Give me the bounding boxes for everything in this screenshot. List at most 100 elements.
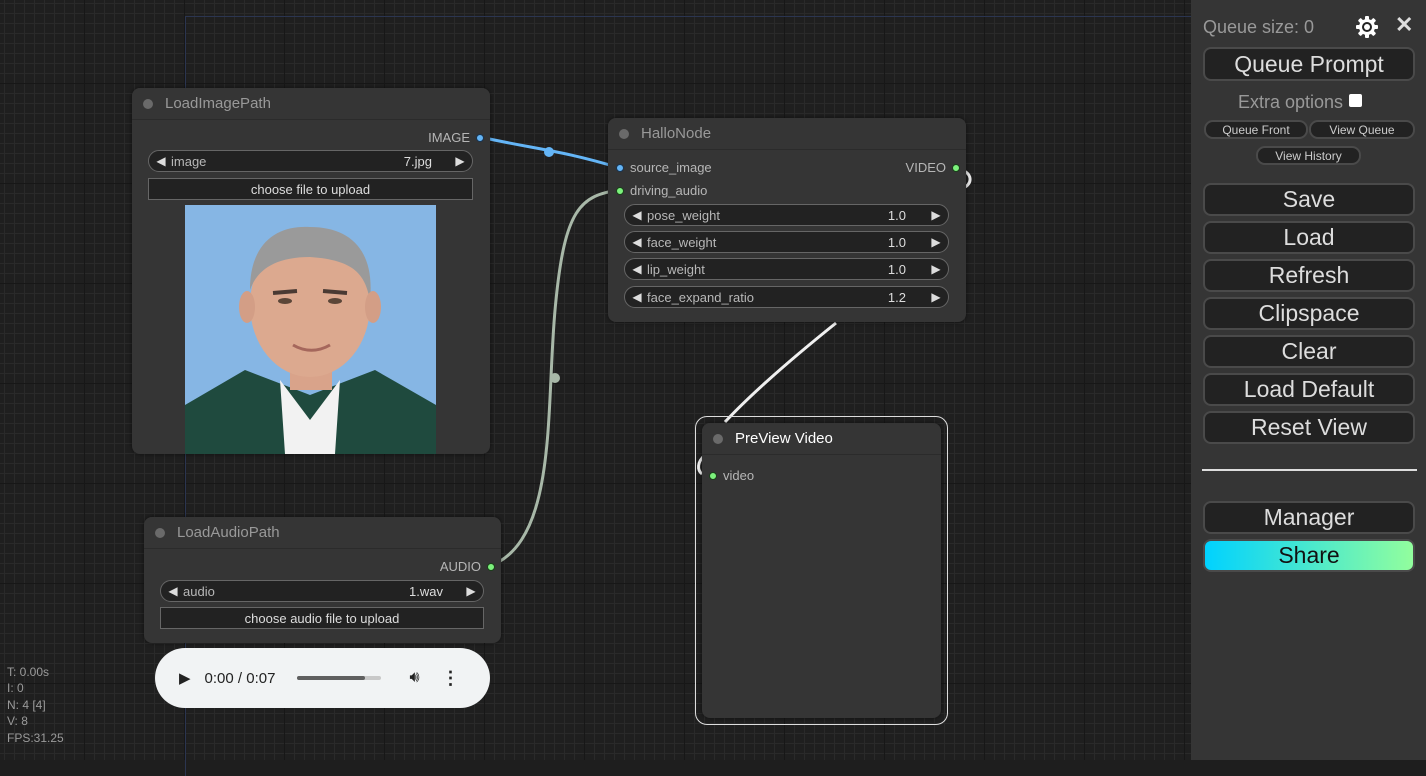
clipspace-button[interactable]: Clipspace	[1203, 297, 1415, 330]
widget-label: lip_weight	[647, 261, 705, 277]
upload-audio-button[interactable]: choose audio file to upload	[160, 607, 484, 629]
widget-label: image	[171, 153, 207, 169]
input-pin-icon[interactable]	[616, 186, 624, 195]
collapse-dot-icon[interactable]	[155, 527, 165, 538]
output-pin-icon[interactable]	[487, 562, 495, 571]
node-title: HalloNode	[641, 125, 712, 142]
stat-fps: FPS:31.25	[7, 730, 64, 745]
load-button[interactable]: Load	[1203, 221, 1415, 254]
input-label: driving_audio	[630, 183, 708, 198]
widget-value: 1.wav	[409, 583, 443, 599]
node-title-bar[interactable]: LoadAudioPath	[144, 517, 501, 549]
queue-size: Queue size: 0	[1203, 17, 1315, 37]
image-combo-widget[interactable]: ◀ image 7.jpg ▶	[148, 150, 473, 172]
audio-time: 0:00 / 0:07	[204, 669, 276, 687]
audio-combo-widget[interactable]: ◀ audio 1.wav ▶	[160, 580, 484, 602]
input-slot-driving-audio[interactable]: driving_audio	[616, 183, 707, 198]
output-slot-audio[interactable]: AUDIO	[440, 559, 495, 574]
load-default-button[interactable]: Load Default	[1203, 373, 1415, 406]
arrow-left-icon[interactable]: ◀	[629, 262, 645, 276]
output-pin-icon[interactable]	[476, 133, 484, 142]
widget-value: 1.0	[887, 261, 906, 277]
input-pin-icon[interactable]	[616, 163, 624, 172]
stat-nodes: N: 4 [4]	[7, 697, 46, 712]
input-slot-source-image[interactable]: source_image	[616, 160, 712, 175]
node-load-image-path[interactable]: LoadImagePath IMAGE ◀ image 7.jpg ▶ choo…	[132, 88, 490, 454]
view-queue-button[interactable]: View Queue	[1309, 120, 1415, 139]
extra-options[interactable]: Extra options	[1238, 92, 1363, 113]
queue-front-button[interactable]: Queue Front	[1204, 120, 1308, 139]
widget-label: audio	[183, 583, 215, 599]
arrow-right-icon[interactable]: ▶	[928, 208, 944, 222]
extra-options-checkbox[interactable]	[1349, 94, 1363, 107]
collapse-dot-icon[interactable]	[713, 433, 723, 444]
stat-visible: V: 8	[7, 714, 28, 729]
node-title: LoadAudioPath	[177, 524, 280, 541]
node-hallo[interactable]: HalloNode source_image driving_audio VID…	[608, 118, 966, 322]
arrow-left-icon[interactable]: ◀	[629, 235, 645, 249]
arrow-right-icon[interactable]: ▶	[928, 235, 944, 249]
output-slot-image[interactable]: IMAGE	[428, 130, 484, 145]
arrow-left-icon[interactable]: ◀	[629, 208, 645, 222]
output-slot-video[interactable]: VIDEO	[906, 160, 960, 175]
node-title-bar[interactable]: PreView Video	[702, 423, 941, 455]
node-preview-video[interactable]: PreView Video video	[702, 423, 941, 718]
arrow-right-icon[interactable]: ▶	[452, 154, 468, 168]
play-icon[interactable]: ▶	[179, 669, 191, 687]
widget-value: 1.0	[887, 234, 906, 250]
widget-value: 1.2	[887, 289, 906, 305]
widget-label: face_weight	[647, 234, 717, 250]
collapse-dot-icon[interactable]	[143, 98, 153, 109]
panel-divider	[1202, 469, 1417, 471]
extra-options-label: Extra options	[1238, 92, 1344, 112]
clear-button[interactable]: Clear	[1203, 335, 1415, 368]
input-label: video	[723, 468, 755, 483]
arrow-left-icon[interactable]: ◀	[153, 154, 169, 168]
queue-prompt-button[interactable]: Queue Prompt	[1203, 47, 1415, 81]
reset-view-button[interactable]: Reset View	[1203, 411, 1415, 444]
input-label: source_image	[630, 160, 712, 175]
canvas-stats: T: 0.00s I: 0 N: 4 [4] V: 8 FPS:31.25	[7, 664, 64, 746]
output-label: IMAGE	[428, 130, 470, 145]
widget-value: 1.0	[887, 207, 906, 223]
image-preview	[185, 205, 436, 454]
queue-panel: Queue size: 0 Queue Prompt Extra options…	[1191, 0, 1426, 760]
upload-image-button[interactable]: choose file to upload	[148, 178, 473, 200]
audio-seek-fill	[297, 676, 365, 680]
arrow-left-icon[interactable]: ◀	[629, 290, 645, 304]
input-slot-video[interactable]: video	[709, 468, 754, 483]
arrow-left-icon[interactable]: ◀	[165, 584, 181, 598]
save-button[interactable]: Save	[1203, 183, 1415, 216]
stat-time: T: 0.00s	[7, 665, 50, 679]
node-title-bar[interactable]: HalloNode	[608, 118, 966, 150]
stat-iterations: I: 0	[7, 681, 24, 696]
collapse-dot-icon[interactable]	[619, 128, 629, 139]
settings-gear-icon[interactable]	[1355, 15, 1379, 44]
widget-face-weight[interactable]: ◀ face_weight 1.0 ▶	[624, 231, 949, 253]
more-options-icon[interactable]: ⋮	[442, 668, 460, 689]
refresh-button[interactable]: Refresh	[1203, 259, 1415, 292]
widget-label: face_expand_ratio	[647, 289, 754, 305]
node-load-audio-path[interactable]: LoadAudioPath AUDIO ◀ audio 1.wav ▶ choo…	[144, 517, 501, 643]
widget-label: pose_weight	[647, 207, 720, 223]
audio-player[interactable]: ▶ 0:00 / 0:07 🔊︎ ⋮	[155, 648, 490, 708]
share-button[interactable]: Share	[1203, 539, 1415, 572]
node-title-bar[interactable]: LoadImagePath	[132, 88, 490, 120]
output-pin-icon[interactable]	[952, 163, 960, 172]
volume-icon[interactable]: 🔊︎	[409, 669, 419, 687]
widget-face-expand-ratio[interactable]: ◀ face_expand_ratio 1.2 ▶	[624, 286, 949, 308]
view-history-button[interactable]: View History	[1256, 146, 1361, 165]
arrow-right-icon[interactable]: ▶	[928, 262, 944, 276]
widget-lip-weight[interactable]: ◀ lip_weight 1.0 ▶	[624, 258, 949, 280]
portrait-image	[185, 205, 436, 454]
node-title: PreView Video	[735, 430, 833, 447]
manager-button[interactable]: Manager	[1203, 501, 1415, 534]
widget-value: 7.jpg	[403, 153, 432, 169]
close-icon[interactable]: ✕	[1395, 12, 1413, 38]
arrow-right-icon[interactable]: ▶	[928, 290, 944, 304]
audio-seek-bar[interactable]	[297, 676, 382, 680]
input-pin-icon[interactable]	[709, 471, 717, 480]
output-label: AUDIO	[439, 559, 481, 574]
arrow-right-icon[interactable]: ▶	[463, 584, 479, 598]
widget-pose-weight[interactable]: ◀ pose_weight 1.0 ▶	[624, 204, 949, 226]
